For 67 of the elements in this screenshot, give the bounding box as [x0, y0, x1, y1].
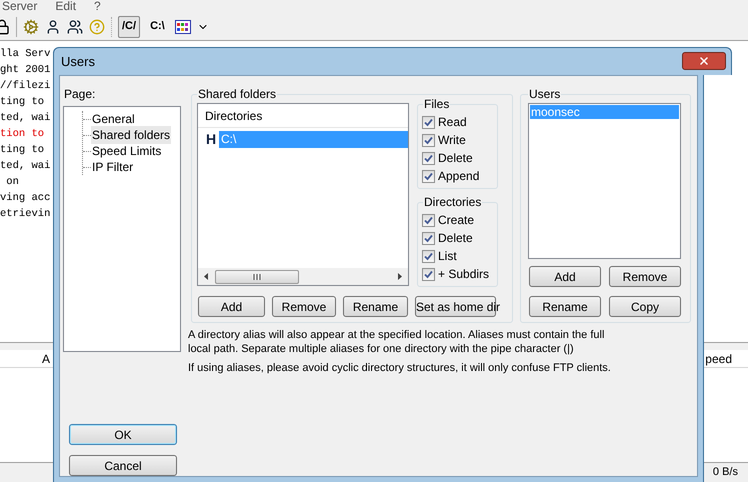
column-header[interactable]: A: [42, 350, 50, 368]
home-marker: H: [206, 130, 218, 148]
log-line: ght 2001: [0, 63, 50, 78]
dialog-button[interactable]: Copy: [609, 296, 681, 317]
dialog-button[interactable]: Add: [198, 296, 265, 317]
group-title: Users: [528, 86, 562, 103]
log-line: ted, wai: [0, 159, 50, 174]
log-line: ted, wai: [0, 111, 50, 126]
dialog-button[interactable]: OK: [69, 424, 177, 445]
checkbox-label: Delete: [438, 150, 473, 167]
log-line: //filezi: [0, 79, 50, 94]
dialog-button[interactable]: Rename: [343, 296, 408, 317]
tree-item[interactable]: IP Filter: [91, 158, 134, 176]
checkbox[interactable]: [422, 152, 435, 164]
dialog-button[interactable]: Remove: [272, 296, 336, 317]
users-icon[interactable]: [67, 18, 83, 34]
dialog-button[interactable]: Rename: [529, 296, 601, 317]
log-line: lla Serv: [0, 47, 50, 62]
status-text: 0 B/s: [712, 465, 738, 480]
checkbox-label: Read: [438, 114, 467, 131]
horizontal-scrollbar[interactable]: [198, 268, 408, 285]
group-title: Shared folders: [197, 86, 278, 103]
help-text: If using aliases, please avoid cyclic directory structures, it will only confuse FTP clients.: [188, 361, 612, 375]
toolbar-button[interactable]: /C/: [118, 16, 140, 38]
toolbar-button[interactable]: C:\: [146, 16, 169, 38]
tree-item[interactable]: Speed Limits: [91, 142, 162, 160]
checkbox-label: Append: [438, 168, 480, 185]
checkbox-label: Delete: [438, 230, 473, 247]
group-title: Files: [423, 96, 450, 113]
tree-item[interactable]: Shared folders: [91, 126, 172, 144]
tree-item[interactable]: General: [91, 110, 136, 128]
dialog-button[interactable]: Remove: [609, 266, 681, 287]
group-title: Directories: [423, 194, 482, 211]
log-line: tion to: [0, 127, 44, 142]
grip-icon: [253, 274, 261, 280]
grid-icon[interactable]: [174, 20, 191, 34]
log-line: ving acc: [0, 191, 50, 206]
log-line: ting to: [0, 143, 44, 158]
checkbox[interactable]: [422, 232, 435, 244]
checkbox[interactable]: [422, 134, 435, 146]
log-line: on: [5, 175, 19, 190]
checkbox[interactable]: [422, 170, 435, 182]
checkbox-label: + Subdirs: [438, 266, 490, 283]
window-title: Users: [61, 52, 95, 71]
gear-icon[interactable]: [23, 18, 39, 34]
column-header[interactable]: peed: [705, 350, 732, 368]
checkbox[interactable]: [422, 268, 435, 280]
menu-item[interactable]: ?: [94, 0, 101, 13]
log-line: ting to: [0, 95, 44, 110]
dialog-button[interactable]: Cancel: [69, 455, 177, 476]
close-button[interactable]: [682, 52, 726, 70]
checkbox-label: List: [438, 248, 457, 265]
checkbox[interactable]: [422, 250, 435, 262]
column-header[interactable]: Directories: [205, 106, 262, 124]
help-text: A directory alias will also appear at the specified location. Aliases must contain the full local path. Separate multiple aliases for one directory with the pipe character (|): [188, 328, 606, 356]
page-label: Page:: [64, 86, 96, 103]
user-icon[interactable]: [45, 18, 61, 34]
close-icon: [698, 54, 710, 66]
dialog-button[interactable]: Add: [529, 266, 601, 287]
checkbox-label: Write: [438, 132, 466, 149]
checkbox[interactable]: [422, 214, 435, 226]
scroll-thumb[interactable]: [215, 270, 299, 284]
menu-item[interactable]: Server: [2, 0, 38, 13]
menu-item[interactable]: Edit: [55, 0, 76, 13]
checkbox-label: Create: [438, 212, 474, 229]
checkbox[interactable]: [422, 116, 435, 128]
log-line: etrievin: [0, 207, 50, 222]
